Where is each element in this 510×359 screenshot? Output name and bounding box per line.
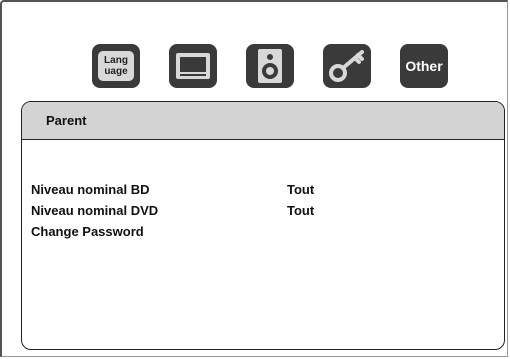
menu-item-bd-rating[interactable]: Niveau nominal BD Tout (31, 179, 387, 200)
tab-other[interactable]: Other (400, 44, 448, 88)
menu-item-value: Tout (287, 182, 315, 197)
menu-item-value: Tout (287, 203, 315, 218)
tab-display[interactable] (169, 44, 217, 88)
setup-screen: Lang uage Other Parent Niveau nominal BD… (0, 0, 510, 359)
menu-item-label: Niveau nominal BD (31, 182, 150, 197)
settings-menu: Niveau nominal BD Tout Niveau nominal DV… (31, 179, 387, 242)
tab-parent[interactable] (323, 44, 371, 88)
menu-item-label: Niveau nominal DVD (31, 203, 159, 218)
setup-tab-bar: Lang uage Other (0, 44, 510, 94)
menu-item-label: Change Password (31, 224, 144, 239)
other-icon: Other (405, 58, 443, 74)
menu-item-change-password[interactable]: Change Password (31, 221, 387, 242)
speaker-icon (258, 49, 282, 83)
key-icon (329, 50, 364, 82)
tab-audio[interactable] (246, 44, 294, 88)
tab-language[interactable]: Lang uage (92, 44, 140, 88)
language-icon: Lang uage (98, 51, 134, 81)
menu-item-dvd-rating[interactable]: Niveau nominal DVD Tout (31, 200, 387, 221)
panel-title: Parent (22, 102, 504, 140)
tv-screen-icon (176, 53, 210, 79)
